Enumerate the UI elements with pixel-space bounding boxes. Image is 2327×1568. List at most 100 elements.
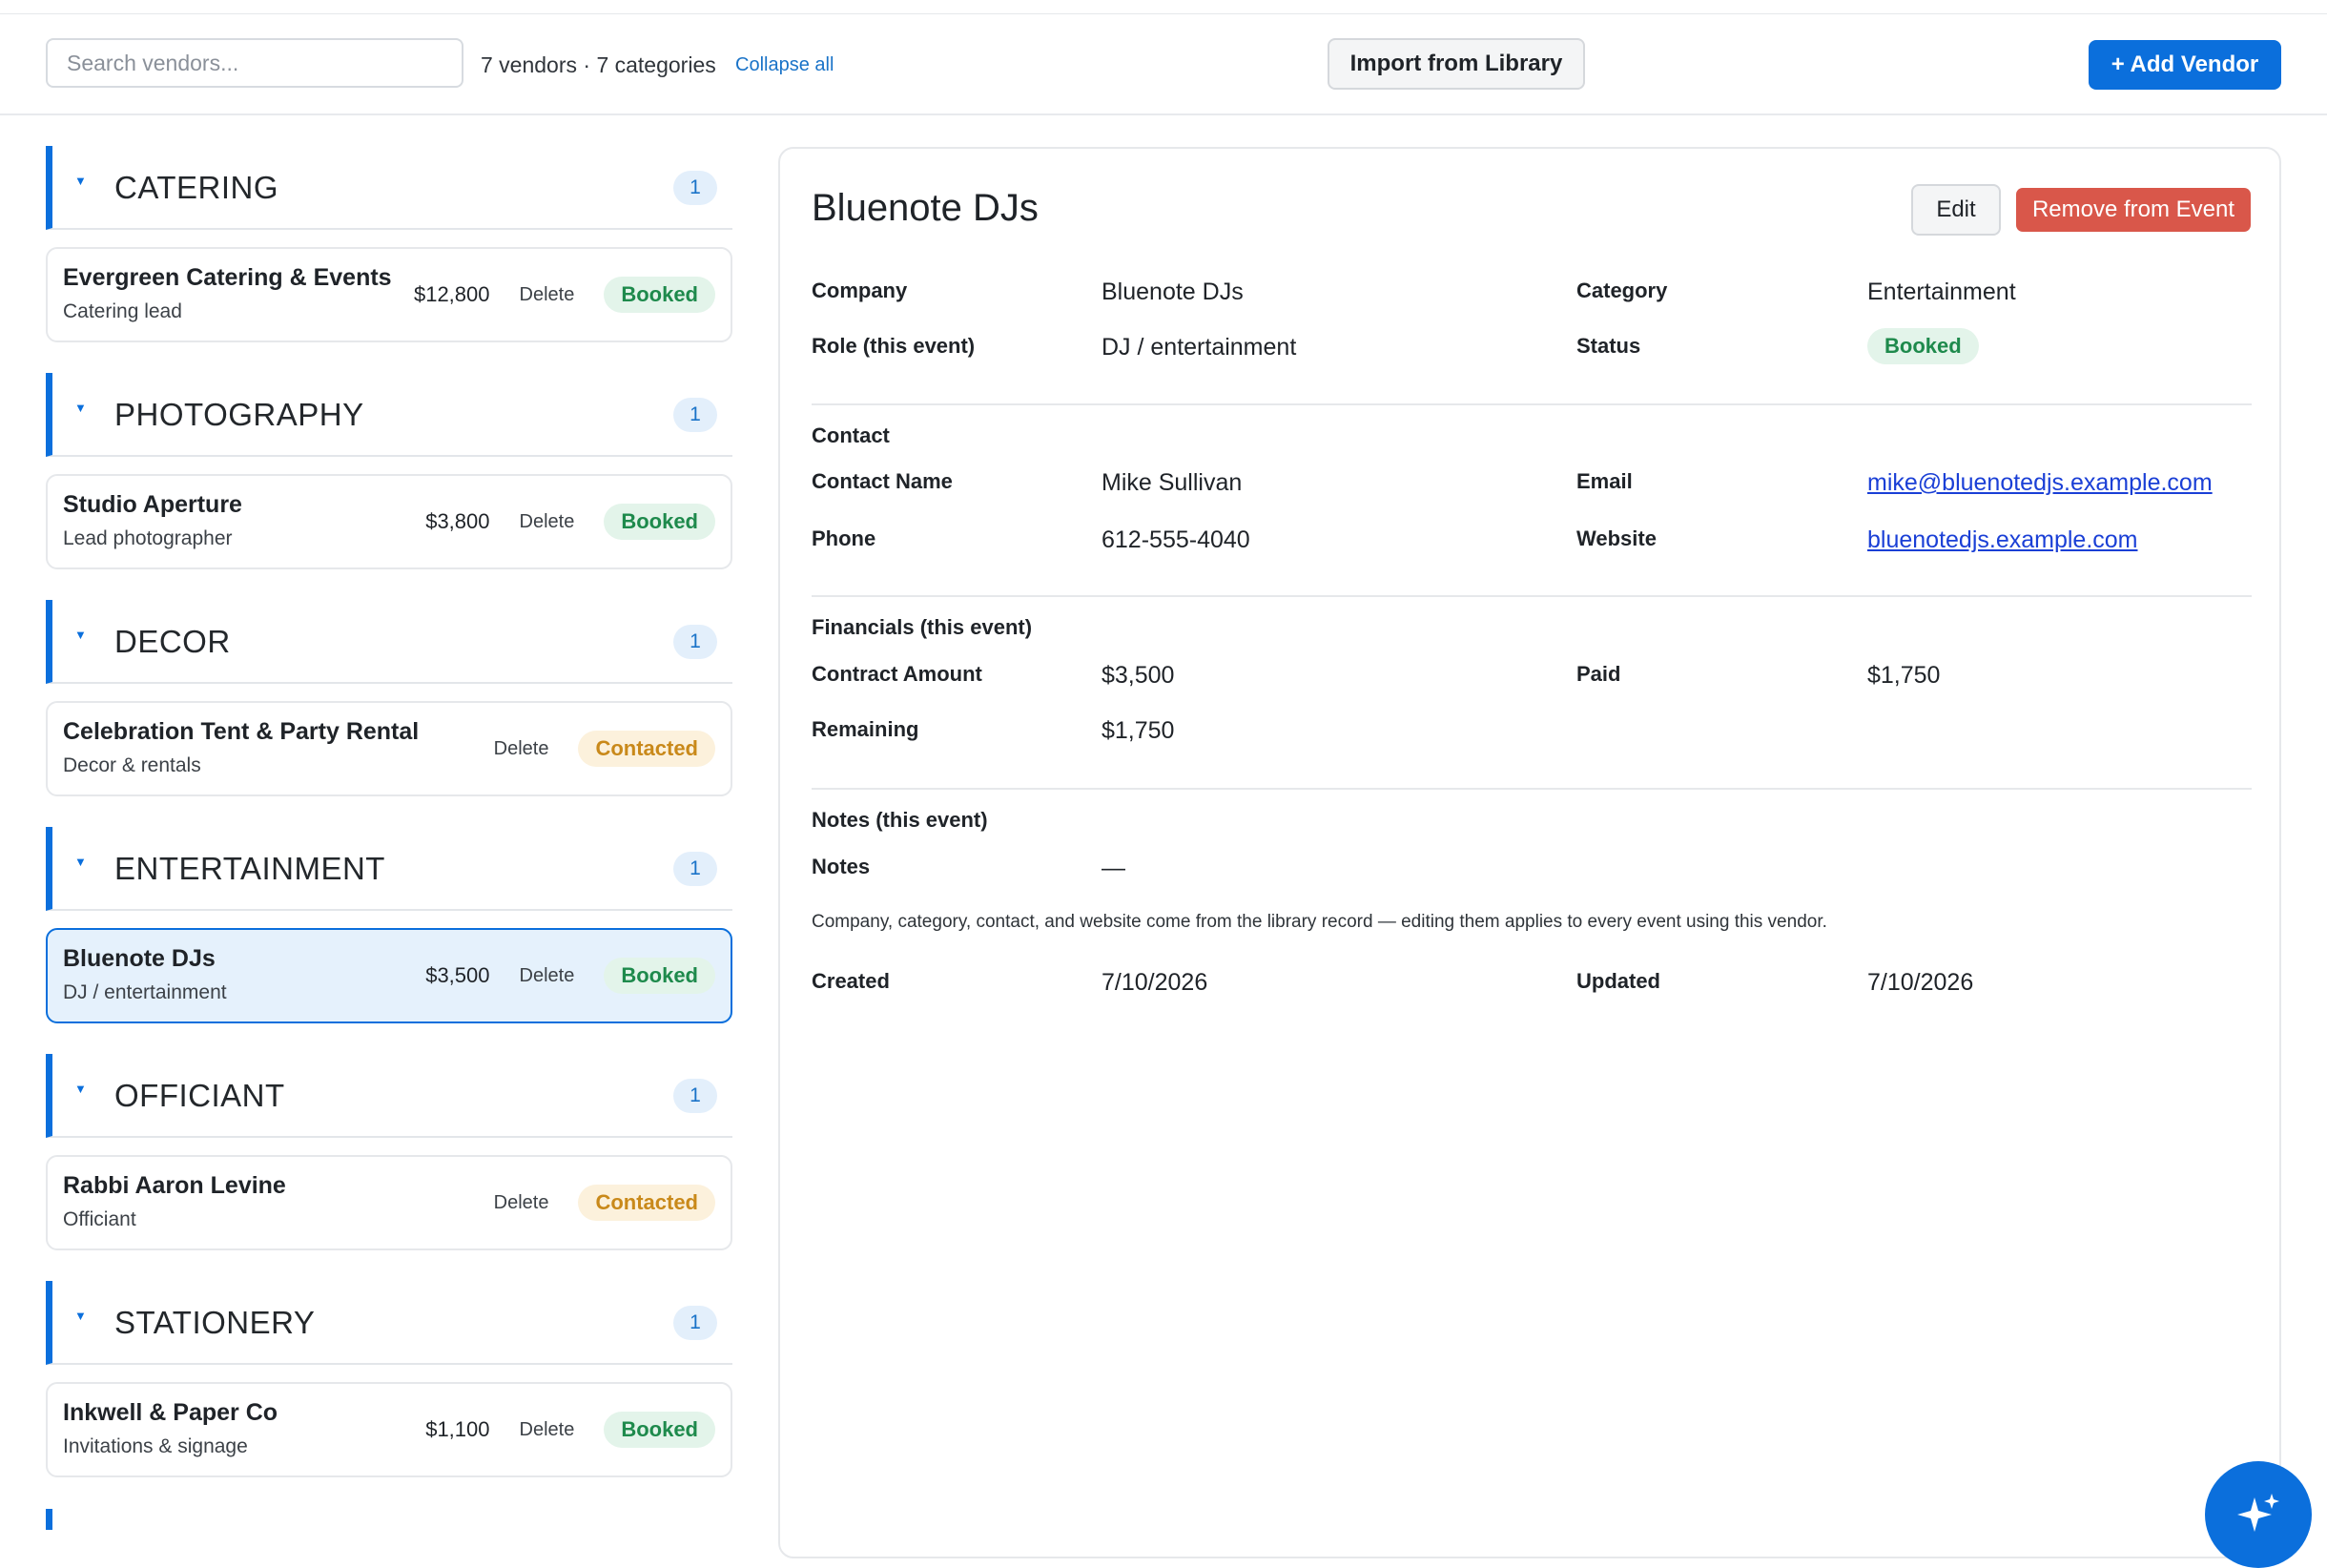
chevron-down-icon: ▼	[74, 855, 87, 869]
search-input[interactable]	[46, 38, 463, 88]
contract-amount-label: Contract Amount	[812, 662, 982, 686]
paid-value: $1,750	[1867, 662, 1941, 689]
notes-label: Notes	[812, 855, 871, 878]
category-name: STATIONERY	[114, 1305, 316, 1340]
category-header-catering[interactable]: ▼ CATERING 1	[46, 146, 732, 230]
chevron-down-icon: ▼	[74, 1082, 87, 1096]
toolbar: 7 vendors · 7 categories Collapse all Im…	[0, 14, 2327, 115]
add-vendor-button[interactable]: + Add Vendor	[2089, 40, 2281, 90]
ai-assistant-button[interactable]	[2205, 1461, 2312, 1568]
category-header-officiant[interactable]: ▼ OFFICIANT 1	[46, 1054, 732, 1138]
status-badge: Contacted	[578, 1185, 715, 1221]
category-name: PHOTOGRAPHY	[114, 397, 364, 432]
category-header-entertainment[interactable]: ▼ ENTERTAINMENT 1	[46, 827, 732, 911]
company-value: Bluenote DJs	[1102, 279, 1244, 305]
library-record-note: Company, category, contact, and website …	[812, 912, 1827, 932]
vendor-summary: 7 vendors · 7 categories	[481, 52, 716, 77]
remaining-value: $1,750	[1102, 717, 1175, 744]
vendor-card-celebration-tent[interactable]: Celebration Tent & Party Rental Decor & …	[46, 701, 732, 796]
vendor-role: DJ / entertainment	[63, 981, 227, 1003]
vendor-role: Officiant	[63, 1208, 136, 1230]
vendor-name: Inkwell & Paper Co	[63, 1399, 278, 1426]
collapse-all-link[interactable]: Collapse all	[735, 54, 834, 76]
category-name: ENTERTAINMENT	[114, 851, 385, 886]
role-label: Role (this event)	[812, 334, 976, 358]
vendor-role: Decor & rentals	[63, 754, 201, 776]
category-count-badge: 1	[673, 171, 717, 205]
status-badge: Booked	[1867, 328, 1979, 364]
status-badge: Booked	[604, 504, 715, 540]
status-badge: Contacted	[578, 731, 715, 767]
vendor-amount: $12,800	[413, 282, 490, 306]
contact-name-label: Contact Name	[812, 469, 953, 493]
email-label: Email	[1576, 469, 1633, 493]
vendor-amount: $3,800	[425, 509, 490, 533]
category-label: Category	[1576, 279, 1668, 302]
category-header-stationery[interactable]: ▼ STATIONERY 1	[46, 1281, 732, 1365]
vendor-role: Catering lead	[63, 300, 182, 322]
category-name: CATERING	[114, 170, 279, 205]
vendor-card-evergreen[interactable]: Evergreen Catering & Events Catering lea…	[46, 247, 732, 342]
category-count-badge: 1	[673, 625, 717, 659]
phone-label: Phone	[812, 526, 876, 550]
paid-label: Paid	[1576, 662, 1621, 686]
category-count-badge: 1	[673, 1079, 717, 1113]
website-link[interactable]: bluenotedjs.example.com	[1867, 526, 2138, 554]
website-label: Website	[1576, 526, 1657, 550]
vendor-name: Studio Aperture	[63, 491, 242, 518]
chevron-down-icon: ▼	[74, 401, 87, 415]
created-value: 7/10/2026	[1102, 969, 1208, 996]
delete-button[interactable]: Delete	[520, 284, 575, 306]
financials-section-title: Financials (this event)	[812, 615, 1033, 639]
updated-label: Updated	[1576, 969, 1660, 993]
detail-title: Bluenote DJs	[812, 187, 1039, 229]
vendor-name: Evergreen Catering & Events	[63, 264, 392, 291]
status-badge: Booked	[604, 1412, 715, 1448]
edit-button[interactable]: Edit	[1911, 184, 2001, 236]
created-label: Created	[812, 969, 890, 993]
email-link[interactable]: mike@bluenotedjs.example.com	[1867, 469, 2213, 497]
remove-from-event-button[interactable]: Remove from Event	[2016, 188, 2251, 232]
category-header-photography[interactable]: ▼ PHOTOGRAPHY 1	[46, 373, 732, 457]
contact-section-title: Contact	[812, 423, 890, 447]
vendor-card-rabbi-levine[interactable]: Rabbi Aaron Levine Officiant Delete Cont…	[46, 1155, 732, 1250]
company-label: Company	[812, 279, 908, 302]
vendor-card-bluenote-djs[interactable]: Bluenote DJs DJ / entertainment $3,500 D…	[46, 928, 732, 1023]
delete-button[interactable]: Delete	[494, 738, 549, 760]
vendor-amount: $1,100	[425, 1417, 490, 1441]
contact-name-value: Mike Sullivan	[1102, 469, 1243, 496]
role-value: DJ / entertainment	[1102, 334, 1297, 361]
delete-button[interactable]: Delete	[520, 1419, 575, 1441]
vendor-name: Rabbi Aaron Levine	[63, 1172, 286, 1199]
status-badge: Booked	[604, 958, 715, 994]
divider	[812, 403, 2252, 405]
vendor-name: Bluenote DJs	[63, 945, 216, 972]
category-name: OFFICIANT	[114, 1078, 285, 1113]
chevron-down-icon: ▼	[74, 628, 87, 642]
category-count-badge: 1	[673, 852, 717, 886]
divider	[812, 788, 2252, 790]
sparkle-icon	[2237, 1494, 2279, 1532]
vendor-role: Invitations & signage	[63, 1435, 248, 1457]
vendor-card-inkwell[interactable]: Inkwell & Paper Co Invitations & signage…	[46, 1382, 732, 1477]
contract-amount-value: $3,500	[1102, 662, 1175, 689]
vendor-card-studio-aperture[interactable]: Studio Aperture Lead photographer $3,800…	[46, 474, 732, 569]
notes-value: —	[1102, 855, 1125, 881]
divider	[812, 595, 2252, 597]
category-header-decor[interactable]: ▼ DECOR 1	[46, 600, 732, 684]
status-badge: Booked	[604, 277, 715, 313]
delete-button[interactable]: Delete	[494, 1192, 549, 1214]
vendor-detail-panel: Bluenote DJs Edit Remove from Event Comp…	[778, 147, 2281, 1558]
phone-value: 612-555-4040	[1102, 526, 1250, 553]
category-count-badge: 1	[673, 398, 717, 432]
category-count-badge: 1	[673, 1306, 717, 1340]
vendor-amount: $3,500	[425, 963, 490, 987]
chevron-down-icon: ▼	[74, 1309, 87, 1323]
delete-button[interactable]: Delete	[520, 511, 575, 533]
vendor-role: Lead photographer	[63, 527, 233, 549]
import-from-library-button[interactable]: Import from Library	[1328, 38, 1585, 90]
category-header-partial	[46, 1509, 52, 1530]
delete-button[interactable]: Delete	[520, 965, 575, 987]
remaining-label: Remaining	[812, 717, 919, 741]
chevron-down-icon: ▼	[74, 174, 87, 188]
